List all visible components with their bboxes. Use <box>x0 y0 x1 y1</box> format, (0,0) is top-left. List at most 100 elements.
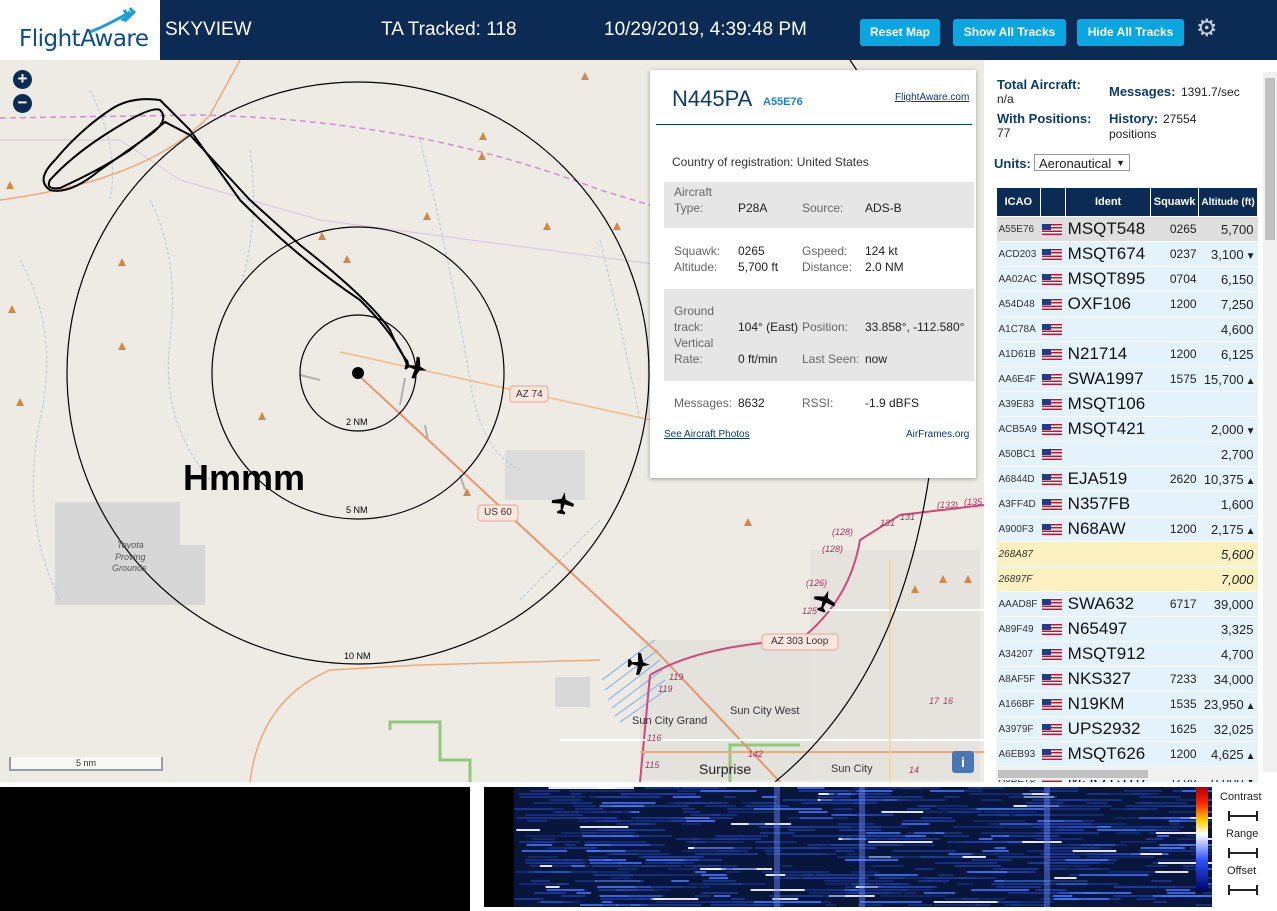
spectrogram-streak <box>704 805 736 807</box>
flag-cell <box>1040 566 1066 592</box>
spectrogram-streak <box>1052 814 1104 816</box>
exit-label: 131 <box>900 512 916 522</box>
squawk-cell: 1200 <box>1150 741 1199 767</box>
spectrogram-streak <box>684 859 723 861</box>
spectrogram-streak <box>715 835 768 837</box>
altitude-value: 2,700 <box>1220 446 1254 462</box>
table-row[interactable]: A89F49 N65497 3,325 <box>996 616 1258 642</box>
reset-map-button[interactable]: Reset Map <box>860 19 940 46</box>
altitude-value: 39,000 <box>1213 596 1254 612</box>
spectrogram-streak <box>596 796 661 798</box>
spectrogram-streak <box>860 901 922 903</box>
spectrogram-streak <box>545 886 560 888</box>
table-row[interactable]: A34207 MSQT912 4,700 <box>996 641 1258 667</box>
history-label: History: <box>1109 111 1159 126</box>
table-row[interactable]: A166BF N19KM 1535 23,950 ▲ <box>996 691 1258 717</box>
col-altitude[interactable]: Altitude (ft) <box>1198 187 1258 217</box>
table-row[interactable]: A50BC1 2,700 <box>996 441 1258 467</box>
squawk-cell: 1200 <box>1150 341 1199 367</box>
table-row[interactable]: A55E76 MSQT548 0265 5,700 <box>996 216 1258 242</box>
table-row[interactable]: A6844D EJA519 2620 10,375 ▲ <box>996 466 1258 492</box>
show-all-tracks-button[interactable]: Show All Tracks <box>953 19 1066 46</box>
lastseen-label: Last Seen: <box>802 352 860 366</box>
spectrogram-streak <box>717 850 741 852</box>
spectrogram-streak <box>1089 868 1111 870</box>
contrast-slider[interactable] <box>1228 811 1258 821</box>
flightaware-logo[interactable]: FlightAware <box>0 0 160 60</box>
spectrogram-streak <box>971 859 1012 861</box>
table-row[interactable]: A39E83 MSQT106 <box>996 391 1258 417</box>
offset-slider[interactable] <box>1228 885 1258 895</box>
spectrogram-streak <box>858 796 923 798</box>
flag-cell <box>1040 591 1066 617</box>
table-row[interactable]: ACD203 MSQT674 0237 3,100 ▼ <box>996 241 1258 267</box>
table-row[interactable]: AA02AC MSQT895 0704 6,150 <box>996 266 1258 292</box>
units-select[interactable]: Aeronautical ▼ <box>1034 154 1130 171</box>
spectrogram-streak <box>586 850 626 852</box>
ident-cell: MSQT895 <box>1065 266 1151 292</box>
spectrogram-streak <box>1035 889 1067 891</box>
table-row[interactable]: A1D61B N21714 1200 6,125 <box>996 341 1258 367</box>
spectrogram-streak <box>1086 802 1108 804</box>
table-row[interactable]: 26897F 7,000 <box>996 566 1258 592</box>
altitude-cell: 34,000 <box>1198 666 1258 692</box>
range-slider[interactable] <box>1228 848 1258 858</box>
aircraft-photos-link[interactable]: See Aircraft Photos <box>664 429 750 440</box>
minus-icon: − <box>17 93 28 112</box>
altitude-value: 10,375 <box>1203 471 1244 487</box>
col-flag[interactable] <box>1039 187 1067 217</box>
table-row[interactable]: AA6E4F SWA1997 1575 15,700 ▲ <box>996 366 1258 392</box>
zoom-out-button[interactable]: − <box>13 94 32 113</box>
zoom-in-button[interactable]: + <box>13 70 32 89</box>
col-squawk[interactable]: Squawk <box>1149 187 1200 217</box>
col-icao[interactable]: ICAO <box>996 187 1041 217</box>
map-info-button[interactable]: i <box>952 751 974 773</box>
table-row[interactable]: A6EB93 MSQT626 1200 4,625 ▲ <box>996 741 1258 767</box>
flightaware-link[interactable]: FlightAware.com <box>895 92 969 103</box>
trend-icon: ▼ <box>1245 250 1256 262</box>
us-flag-icon <box>1042 299 1063 311</box>
table-row[interactable]: A54D48 OXF106 1200 7,250 <box>996 291 1258 317</box>
table-horizontal-scrollbar[interactable] <box>996 768 1258 780</box>
table-vertical-scrollbar[interactable] <box>1263 72 1277 772</box>
exit-label: 125 <box>802 606 818 616</box>
spectrogram-streak <box>753 808 822 810</box>
col-ident[interactable]: Ident <box>1065 187 1151 217</box>
spectrogram-streak <box>1145 838 1163 840</box>
road-label-az303: AZ 303 Loop <box>771 636 829 647</box>
table-row[interactable]: 268A87 5,600 <box>996 541 1258 567</box>
scrollbar-thumb[interactable] <box>998 770 1148 778</box>
spectrogram-streak <box>530 790 561 792</box>
spectrogram-streak <box>601 901 613 903</box>
table-row[interactable]: A1C78A 4,600 <box>996 316 1258 342</box>
spectrogram-streak <box>590 862 619 864</box>
hide-all-tracks-button[interactable]: Hide All Tracks <box>1077 19 1184 46</box>
spectrogram-streak <box>683 811 701 813</box>
table-row[interactable]: A900F3 N68AW 1200 2,175 ▲ <box>996 516 1258 542</box>
table-row[interactable]: A3979F UPS2932 1625 32,025 <box>996 716 1258 742</box>
us-flag-icon <box>1042 649 1063 661</box>
altitude-value: 3,325 <box>1220 621 1254 637</box>
table-row[interactable]: A3FF4D N357FB 1,600 <box>996 491 1258 517</box>
spectrogram-streak <box>788 829 815 831</box>
spectrogram-streak <box>1117 832 1141 834</box>
gear-icon[interactable]: ⚙ <box>1196 17 1218 41</box>
spectrogram-streak <box>871 865 904 867</box>
table-row[interactable]: ACB5A9 MSQT421 2,000 ▼ <box>996 416 1258 442</box>
table-row[interactable]: AAAD8F SWA632 6717 39,000 <box>996 591 1258 617</box>
place-label: Toyota <box>117 540 144 550</box>
flag-cell <box>1040 666 1066 692</box>
spectrogram-streak <box>606 853 670 855</box>
distance-label: Distance: <box>802 260 853 274</box>
spectrogram-streak <box>868 841 933 843</box>
scrollbar-thumb[interactable] <box>1265 78 1275 240</box>
spectrogram-streak <box>827 889 850 891</box>
ident-cell <box>1065 441 1151 467</box>
table-row[interactable]: A8AF5F NKS327 7233 34,000 <box>996 666 1258 692</box>
spectrogram-peak <box>859 787 865 907</box>
app-title: SKYVIEW <box>165 19 252 40</box>
airframes-link[interactable]: AirFrames.org <box>906 429 969 440</box>
top-header: FlightAware SKYVIEW TA Tracked: 118 10/2… <box>0 0 1277 60</box>
flag-cell <box>1040 266 1066 292</box>
road-orange <box>0 60 241 201</box>
